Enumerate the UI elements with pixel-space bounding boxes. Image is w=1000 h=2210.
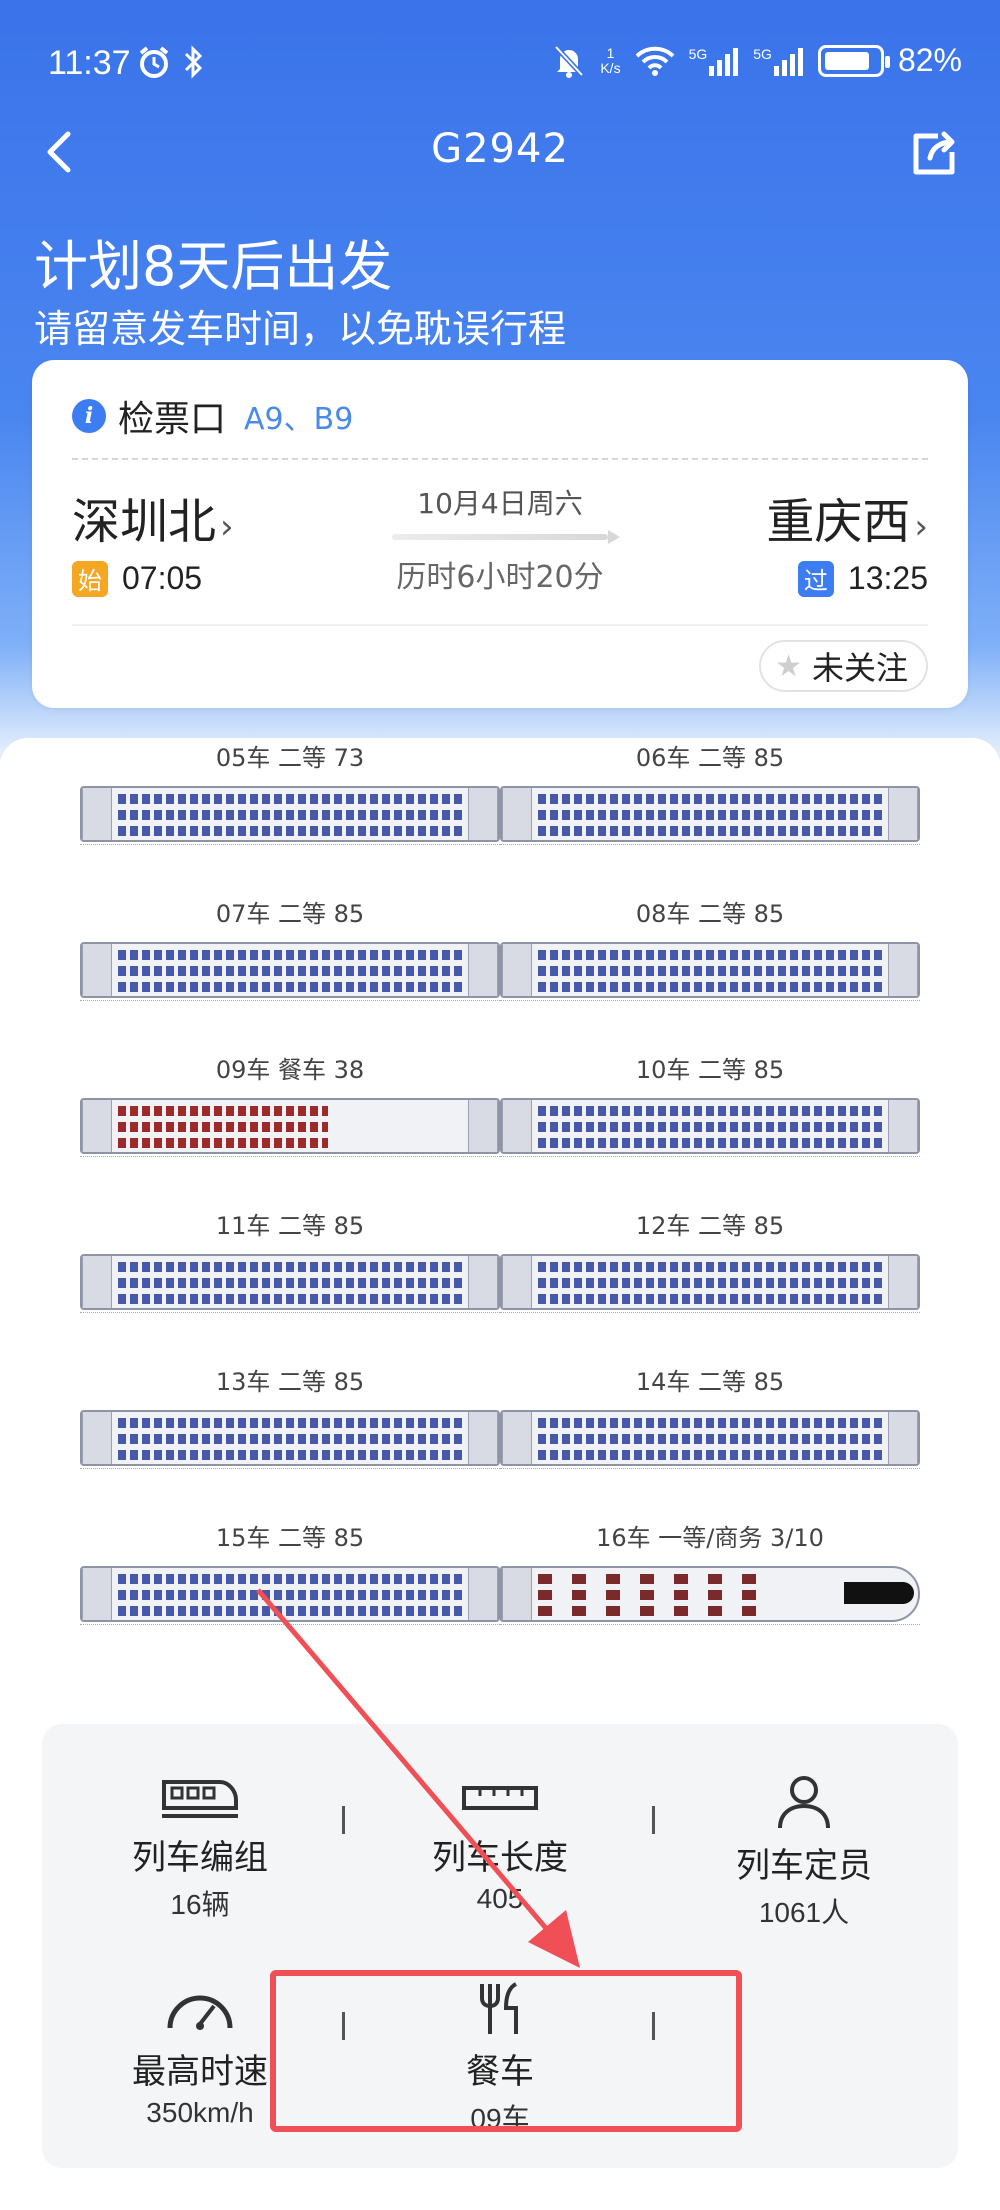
car-label: 07车 二等 85 [215,900,365,928]
car-label: 11车 二等 85 [215,1212,365,1240]
car-diagram [500,942,920,998]
info-icon: i [72,399,106,433]
car-diagram [80,786,500,842]
arrival-time-row: 过 13:25 [797,560,928,597]
car-label: 08车 二等 85 [635,900,785,928]
departure-time-row: 始 07:05 [72,560,202,597]
divider [342,1806,345,1834]
divider [72,458,928,460]
chevron-right-icon: › [220,507,234,547]
signal-5g-2: 5G [753,46,804,76]
departure-countdown: 计划8天后出发 [34,235,393,298]
car-diagram [500,1410,920,1466]
signal-bars-icon [709,47,739,76]
signal-bars-icon [773,47,803,76]
net-speed: 1 K/s [600,44,621,76]
car-11[interactable]: 11车 二等 85 [80,1206,500,1356]
signal-5g-1: 5G [689,46,740,76]
car-label: 12车 二等 85 [635,1212,785,1240]
car-07[interactable]: 07车 二等 85 [80,894,500,1044]
car-diagram [500,786,920,842]
wifi-icon [635,46,674,76]
car-diagram [500,1254,920,1310]
car-label: 06车 二等 85 [635,744,785,772]
dining-car-highlight [270,1970,742,2132]
pass-tag: 过 [797,560,834,597]
train-number-title: G2942 [431,126,569,172]
stat-composition: 列车编组 16辆 [50,1774,350,1934]
divider [72,624,928,626]
train-icon [162,1780,238,1818]
ticket-gate-label: 检票口 [118,399,227,440]
follow-button[interactable]: ★ 未关注 [759,640,928,692]
car-05[interactable]: 05车 二等 73 [80,738,500,888]
ticket-gate-value: A9、B9 [244,402,354,437]
status-bar: 11:37 1 K/s 5G 5G 82% [0,0,1000,130]
speedometer-icon [167,1995,233,2030]
alarm-icon [139,46,169,78]
share-icon[interactable] [908,128,960,180]
car-label: 10车 二等 85 [635,1056,785,1084]
car-label: 09车 餐车 38 [215,1056,365,1084]
nav-bar: G2942 [0,120,1000,184]
arrival-time: 13:25 [847,560,928,596]
travel-date: 10月4日周六 [417,487,583,520]
car-diagram [500,1566,920,1622]
travel-duration: 历时6小时20分 [396,560,604,595]
mute-bell-icon [554,44,585,78]
person-icon [778,1776,830,1829]
journey-arrow [392,530,620,544]
car-16[interactable]: 16车 一等/商务 3/10 [500,1518,920,1668]
car-diagram [80,1566,500,1622]
car-08[interactable]: 08车 二等 85 [500,894,920,1044]
chevron-right-icon: › [914,507,928,547]
stat-capacity: 列车定员 1061人 [654,1774,954,1934]
star-icon: ★ [775,648,802,684]
car-10[interactable]: 10车 二等 85 [500,1050,920,1200]
to-station[interactable]: 重庆西 › [766,482,928,552]
car-diagram [500,1098,920,1154]
car-label: 16车 一等/商务 3/10 [596,1524,824,1552]
battery-percent: 82% [897,42,962,78]
car-diagram [80,1098,500,1154]
car-diagram [80,1410,500,1466]
car-15[interactable]: 15车 二等 85 [80,1518,500,1668]
train-nose [844,1582,914,1604]
car-label: 13车 二等 85 [215,1368,365,1396]
status-time: 11:37 [48,44,131,82]
car-diagram [80,1254,500,1310]
car-12[interactable]: 12车 二等 85 [500,1206,920,1356]
from-station[interactable]: 深圳北 › [72,482,234,552]
car-label: 05车 二等 73 [215,744,365,772]
car-diagram [80,942,500,998]
ticket-info-card: i 检票口 A9、B9 深圳北 › 重庆西 › 10月4日周六 历时6小时20分 始… [32,360,968,708]
car-label: 14车 二等 85 [635,1368,785,1396]
ticket-gate-row: i 检票口 A9、B9 [72,390,353,442]
start-tag: 始 [72,560,108,597]
car-09[interactable]: 09车 餐车 38 [80,1050,500,1200]
car-14[interactable]: 14车 二等 85 [500,1362,920,1512]
ruler-icon [462,1786,538,1810]
bluetooth-icon [184,45,203,79]
departure-tip: 请留意发车时间，以免耽误行程 [34,307,567,351]
stat-length: 列车长度 405 [350,1774,650,1934]
battery-icon [817,44,890,77]
car-label: 15车 二等 85 [215,1524,365,1552]
departure-time: 07:05 [122,560,203,596]
car-06[interactable]: 06车 二等 85 [500,738,920,888]
car-13[interactable]: 13车 二等 85 [80,1362,500,1512]
